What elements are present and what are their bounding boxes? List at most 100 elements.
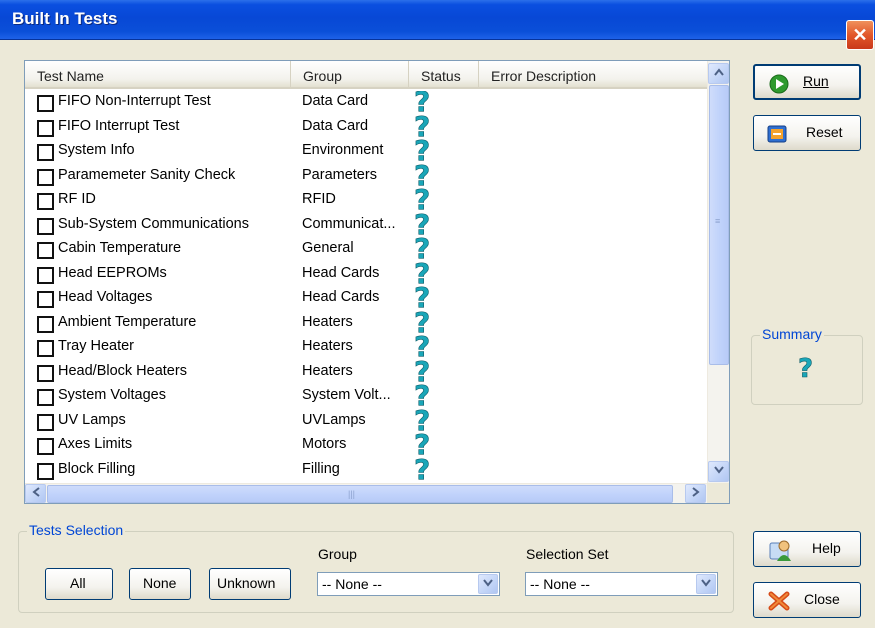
test-group: Filling	[302, 460, 340, 477]
table-row[interactable]: Paramemeter Sanity Check Parameters?	[25, 158, 707, 192]
table-row[interactable]: Cabin Temperature General?	[25, 232, 707, 265]
chevron-left-icon	[31, 487, 40, 497]
window-close-button[interactable]: ✕	[846, 20, 874, 50]
test-group: Heaters	[302, 313, 353, 330]
select-none-button[interactable]: None	[129, 568, 191, 600]
test-checkbox[interactable]	[37, 438, 54, 455]
table-row[interactable]: System Voltages System Volt...?	[25, 379, 707, 412]
help-button[interactable]: Help	[753, 531, 861, 567]
test-checkbox[interactable]	[37, 340, 54, 357]
test-name: FIFO Interrupt Test	[58, 117, 180, 134]
test-checkbox[interactable]	[37, 168, 54, 186]
column-header-status[interactable]: Status	[409, 61, 479, 89]
question-mark-icon: ?	[797, 354, 815, 385]
test-group: Head Cards	[302, 264, 380, 281]
scroll-up-button[interactable]	[708, 63, 729, 84]
test-group: Heaters	[302, 338, 353, 354]
test-name: Sub-System Communications	[58, 215, 249, 232]
test-name: Tray Heater	[58, 338, 135, 354]
dropdown-arrow-icon[interactable]	[696, 574, 716, 594]
reset-icon	[766, 123, 788, 148]
select-all-button[interactable]: All	[45, 568, 113, 600]
test-checkbox[interactable]	[37, 242, 54, 259]
test-checkbox[interactable]	[37, 266, 54, 284]
run-button[interactable]: Run	[753, 64, 861, 100]
run-label: Run	[803, 73, 829, 89]
table-row[interactable]: System Info Environment?	[25, 134, 707, 167]
table-row[interactable]: UV Lamps UVLamps?	[25, 403, 707, 437]
tests-list[interactable]: Test Name Group Status Error Description…	[24, 60, 730, 504]
table-row[interactable]: Tray Heater Heaters?	[25, 330, 707, 363]
test-name: Head EEPROMs	[58, 264, 167, 281]
selection-set-label: Selection Set	[526, 546, 609, 562]
table-row[interactable]: Sub-System Communications Communicat...?	[25, 207, 707, 241]
test-group: Head Cards	[302, 289, 380, 305]
test-checkbox[interactable]	[37, 389, 54, 406]
title-bar[interactable]: Built In Tests	[0, 0, 875, 40]
test-name: System Info	[58, 142, 135, 158]
table-row[interactable]: Head/Block Heaters Heaters?	[25, 354, 707, 388]
close-button[interactable]: Close	[753, 582, 861, 618]
horizontal-scroll-thumb[interactable]: |||	[47, 485, 673, 503]
test-checkbox[interactable]	[37, 193, 54, 210]
test-group: Environment	[302, 142, 384, 158]
scroll-left-button[interactable]	[25, 484, 46, 503]
selection-set-value: -- None --	[530, 576, 590, 592]
test-group: Data Card	[302, 93, 369, 109]
column-header-test-name[interactable]: Test Name	[25, 61, 291, 89]
table-row[interactable]: Ambient Temperature Heaters?	[25, 305, 707, 339]
select-none-label: None	[143, 575, 177, 591]
test-checkbox[interactable]	[37, 119, 54, 137]
table-row[interactable]: Head EEPROMs Head Cards?	[25, 256, 707, 290]
help-label: Help	[812, 540, 841, 556]
table-row[interactable]: Axes Limits Motors?	[25, 428, 707, 461]
test-group: General	[302, 240, 354, 256]
selection-set-select[interactable]: -- None --	[525, 572, 718, 596]
scroll-down-button[interactable]	[708, 461, 729, 482]
tests-selection-title: Tests Selection	[27, 522, 126, 538]
summary-group: Summary ?	[751, 326, 863, 405]
test-checkbox[interactable]	[37, 315, 54, 333]
reset-button[interactable]: Reset	[753, 115, 861, 151]
test-group: Parameters	[302, 166, 377, 183]
test-name: System Voltages	[58, 387, 166, 403]
test-group: Heaters	[302, 362, 353, 379]
test-checkbox[interactable]	[37, 462, 54, 480]
table-row[interactable]: FIFO Interrupt Test Data Card?	[25, 109, 707, 143]
test-checkbox[interactable]	[37, 95, 54, 112]
vertical-scrollbar[interactable]: ≡	[707, 61, 729, 483]
tests-selection-group: Tests Selection All None Unknown Group -…	[18, 522, 734, 613]
grip-icon: |||	[348, 489, 356, 499]
test-checkbox[interactable]	[37, 291, 54, 308]
close-icon: ✕	[852, 25, 868, 45]
test-name: Axes Limits	[58, 436, 133, 452]
test-name: Paramemeter Sanity Check	[58, 166, 236, 183]
vertical-scroll-thumb[interactable]: ≡	[709, 85, 729, 365]
dropdown-arrow-icon[interactable]	[478, 574, 498, 594]
close-x-icon	[768, 591, 790, 614]
help-person-icon	[768, 537, 794, 566]
column-header-group[interactable]: Group	[291, 61, 409, 89]
test-checkbox[interactable]	[37, 413, 54, 431]
test-group: System Volt...	[302, 387, 391, 403]
test-checkbox[interactable]	[37, 364, 54, 382]
table-row[interactable]: Block Filling Filling?	[25, 452, 707, 484]
column-header-error-description[interactable]: Error Description	[479, 61, 707, 89]
test-group: Motors	[302, 436, 347, 452]
group-select-value: -- None --	[322, 576, 382, 592]
test-group: Data Card	[302, 117, 369, 134]
scroll-right-button[interactable]	[685, 484, 706, 503]
scroll-corner	[707, 483, 729, 503]
table-row[interactable]: RF ID RFID?	[25, 183, 707, 216]
test-name: FIFO Non-Interrupt Test	[58, 93, 211, 109]
table-row[interactable]: Head Voltages Head Cards?	[25, 281, 707, 314]
table-row[interactable]: FIFO Non-Interrupt Test Data Card?	[25, 91, 707, 118]
test-group: UVLamps	[302, 411, 366, 428]
test-checkbox[interactable]	[37, 217, 54, 235]
select-unknown-button[interactable]: Unknown	[209, 568, 291, 600]
group-select[interactable]: -- None --	[317, 572, 500, 596]
test-name: Ambient Temperature	[58, 313, 197, 330]
svg-text:?: ?	[414, 453, 430, 483]
horizontal-scrollbar[interactable]: |||	[25, 483, 707, 503]
test-checkbox[interactable]	[37, 144, 54, 161]
